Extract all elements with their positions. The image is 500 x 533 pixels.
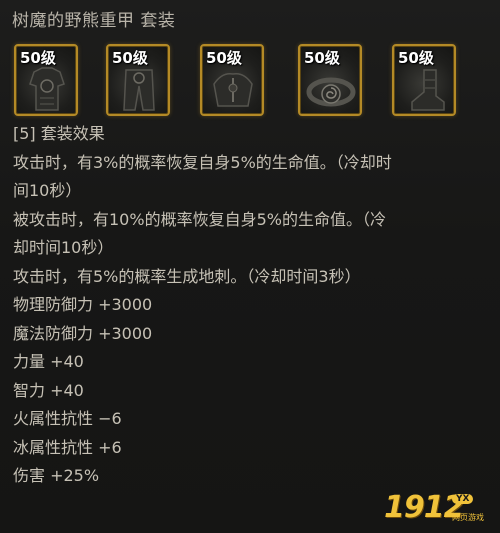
armor-shoulder-icon (213, 72, 253, 107)
set-effect-line: 攻击时，有3%的概率恢复自身5%的生命值。（冷却时 (13, 152, 392, 172)
set-item-slot-5[interactable]: 50级 (392, 44, 456, 116)
slot-level-label: 50级 (398, 49, 434, 67)
set-item-slot-2[interactable]: 50级 (106, 44, 170, 116)
set-item-slot-3[interactable]: 50级 (200, 44, 264, 116)
armor-boots-icon (411, 69, 445, 111)
item-tooltip-panel: 树魔的野熊重甲 套装 50级 50级 50级 50级 50级 [5] 套装效果 … (0, 0, 500, 533)
watermark-badge: YX (452, 494, 474, 504)
stat-line: 力量 +40 (13, 352, 84, 371)
slot-level-label: 50级 (304, 49, 340, 67)
set-item-slot-1[interactable]: 50级 (14, 44, 78, 116)
set-effect-line: 却时间10秒） (13, 238, 114, 257)
armor-chest-icon (29, 67, 65, 111)
set-title: 树魔的野熊重甲 套装 (12, 11, 176, 31)
set-effect-line: 被攻击时，有10%的概率恢复自身5%的生命值。（冷 (13, 209, 386, 229)
slot-level-label: 50级 (112, 49, 148, 67)
site-watermark-logo: 1912 YX 网页游戏 (340, 490, 500, 533)
stat-line: 火属性抗性 −6 (13, 409, 122, 428)
set-effect-header: [5] 套装效果 (13, 124, 105, 143)
set-item-slots: 50级 50级 50级 50级 50级 (14, 44, 489, 122)
watermark-subtitle: 网页游戏 (452, 513, 484, 522)
armor-pants-icon (123, 69, 155, 111)
stat-line: 伤害 +25% (13, 466, 100, 485)
set-description: [5] 套装效果 攻击时，有3%的概率恢复自身5%的生命值。（冷却时 间10秒）… (13, 120, 493, 491)
stat-line: 物理防御力 +3000 (13, 295, 153, 314)
slot-level-label: 50级 (20, 49, 56, 67)
stat-line: 魔法防御力 +3000 (13, 323, 153, 343)
set-effect-line: 间10秒） (13, 181, 82, 200)
stat-line: 冰属性抗性 +6 (13, 437, 122, 457)
slot-level-label: 50级 (206, 49, 242, 67)
set-effect-line: 攻击时，有5%的概率生成地刺。（冷却时间3秒） (13, 266, 361, 286)
stat-line: 智力 +40 (13, 380, 84, 400)
set-item-slot-4[interactable]: 50级 (298, 44, 362, 116)
armor-belt-icon (306, 77, 356, 107)
